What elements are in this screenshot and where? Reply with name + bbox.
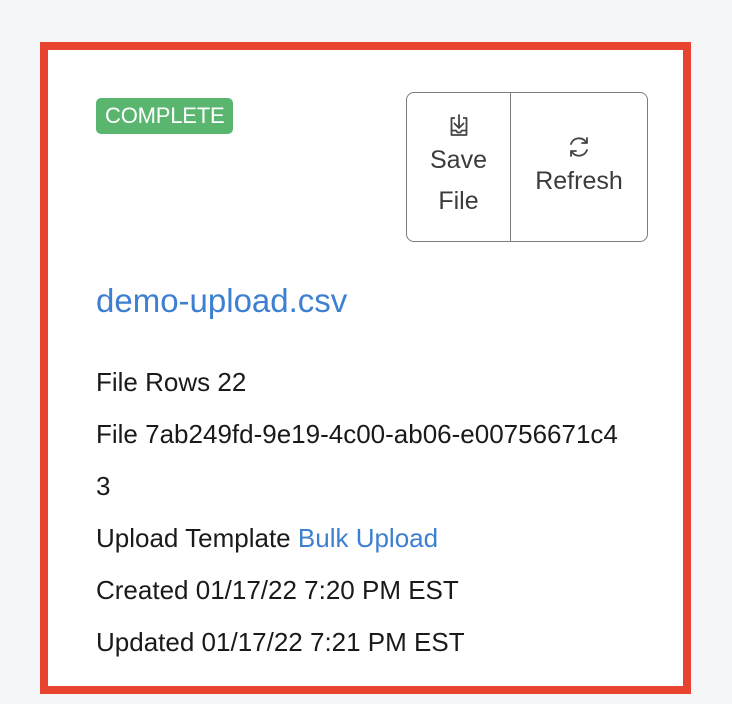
upload-template-link[interactable]: Bulk Upload	[298, 523, 438, 553]
updated-label: Updated	[96, 627, 195, 657]
file-name-link[interactable]: demo-upload.csv	[96, 282, 347, 320]
file-details: File Rows 22 File 7ab249fd-9e19-4c00-ab0…	[96, 356, 626, 668]
created-row: Created 01/17/22 7:20 PM EST	[96, 564, 626, 616]
file-rows-value: 22	[217, 367, 247, 397]
updated-value: 01/17/22 7:21 PM EST	[201, 627, 465, 657]
file-rows-label: File Rows	[96, 367, 211, 397]
updated-row: Updated 01/17/22 7:21 PM EST	[96, 616, 626, 668]
refresh-icon	[570, 136, 588, 157]
refresh-button[interactable]: Refresh	[511, 93, 647, 241]
created-label: Created	[96, 575, 189, 605]
save-file-button[interactable]: Save File	[407, 93, 511, 241]
refresh-label: Refresh	[535, 166, 623, 195]
status-badge: COMPLETE	[96, 98, 234, 134]
file-id-label: File	[96, 419, 138, 449]
download-tray-icon	[450, 114, 467, 136]
save-file-label: Save File	[430, 146, 487, 215]
file-id-row: File 7ab249fd-9e19-4c00-ab06-e00756671c4…	[96, 408, 626, 512]
upload-template-row: Upload Template Bulk Upload	[96, 512, 626, 564]
created-value: 01/17/22 7:20 PM EST	[195, 575, 459, 605]
file-id-value: 7ab249fd-9e19-4c00-ab06-e00756671c43	[96, 419, 618, 501]
action-button-group: Save File Refresh	[406, 92, 648, 242]
upload-template-label: Upload Template	[96, 523, 291, 553]
file-rows-row: File Rows 22	[96, 356, 626, 408]
upload-card: COMPLETE Save File Refresh demo-upload.c…	[40, 42, 691, 694]
